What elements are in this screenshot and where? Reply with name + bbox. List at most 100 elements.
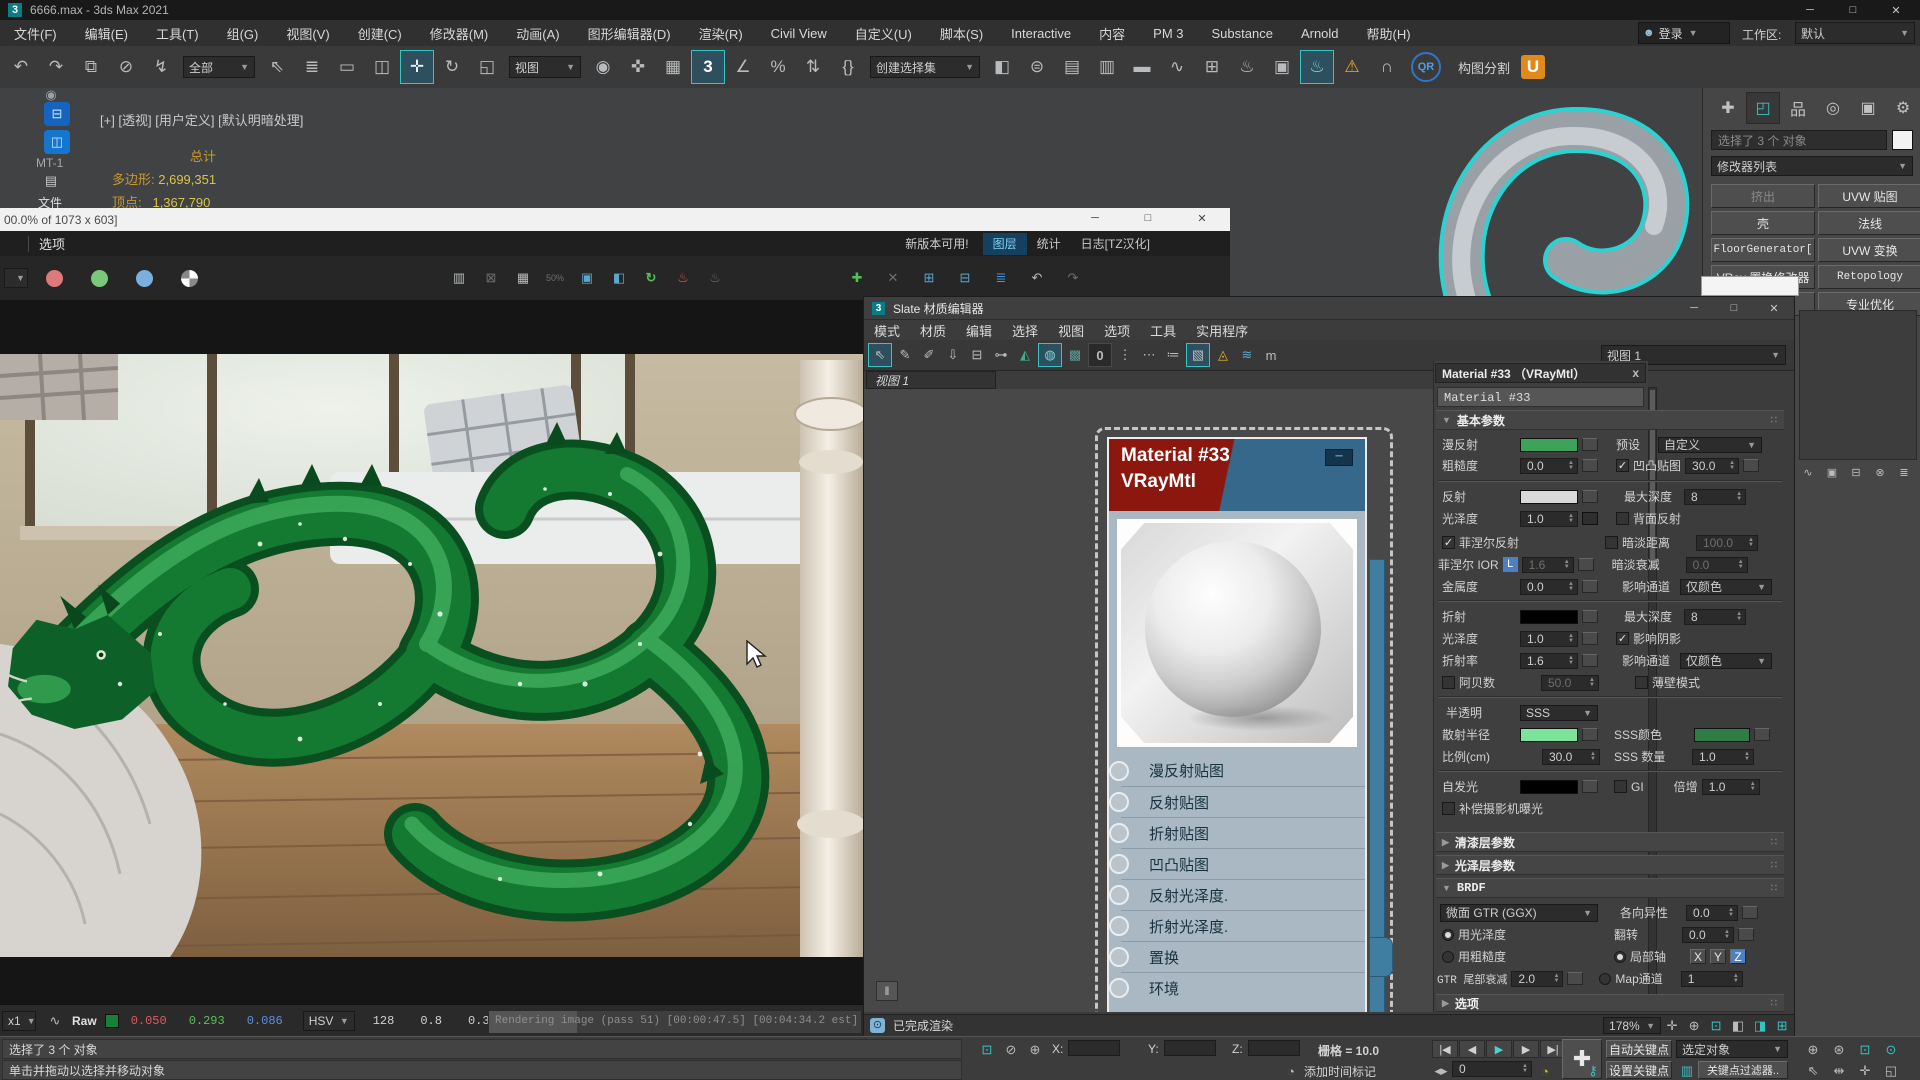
rollout-coat[interactable]: ▶清漆层参数∷ bbox=[1436, 832, 1784, 852]
socket-icon[interactable] bbox=[1109, 823, 1129, 843]
tab-modify[interactable]: ◰ bbox=[1746, 92, 1780, 124]
selfillum-color-swatch[interactable] bbox=[1520, 780, 1578, 794]
translucency-dropdown[interactable]: SSS▼ bbox=[1520, 705, 1598, 721]
slot-environment[interactable]: 环境 bbox=[1121, 972, 1365, 1003]
menu-help[interactable]: 帮助(H) bbox=[1353, 20, 1425, 46]
fresnel-ior-lock-button[interactable]: L bbox=[1503, 557, 1518, 572]
modifier-stack-list[interactable] bbox=[1799, 310, 1917, 460]
pan-hand-icon[interactable]: ✛ bbox=[1661, 1015, 1683, 1037]
canvas-pan-icon[interactable]: ‖ bbox=[876, 981, 898, 1001]
render-last-icon[interactable]: ♨ bbox=[672, 267, 694, 289]
abbe-checkbox[interactable] bbox=[1442, 676, 1455, 689]
zoom-all-icon[interactable]: ⊛ bbox=[1828, 1039, 1850, 1061]
thin-walled-checkbox[interactable] bbox=[1635, 676, 1648, 689]
menu-content[interactable]: 内容 bbox=[1085, 20, 1139, 46]
play-button[interactable]: ▶ bbox=[1486, 1040, 1512, 1058]
slate-menu-utilities[interactable]: 实用程序 bbox=[1186, 320, 1258, 340]
render-window-titlebar[interactable]: 00.0% of 1073 x 603] ─ □ ✕ bbox=[0, 208, 1230, 231]
render-setup-icon[interactable]: ♨ bbox=[1230, 50, 1264, 84]
put-to-scene-icon[interactable]: ⇩ bbox=[942, 344, 964, 366]
bump-field[interactable]: 30.0▲▼ bbox=[1685, 458, 1739, 474]
channel-dropdown[interactable]: ▼ bbox=[4, 268, 28, 288]
show-end-result-icon[interactable]: ▣ bbox=[1823, 464, 1841, 480]
save-layers-icon[interactable]: ⊟ bbox=[954, 267, 976, 289]
diffuse-color-swatch[interactable] bbox=[1520, 438, 1578, 452]
scatter-map-button[interactable] bbox=[1582, 728, 1598, 741]
unlink-icon[interactable]: ⊘ bbox=[109, 50, 143, 84]
select-tree-icon[interactable]: ▧ bbox=[1186, 343, 1210, 367]
composition-split-button[interactable]: 构图分割 bbox=[1458, 58, 1510, 77]
select-scale-icon[interactable]: ◱ bbox=[470, 50, 504, 84]
menu-interactive[interactable]: Interactive bbox=[997, 20, 1085, 46]
rotation-field[interactable]: 0.0▲▼ bbox=[1682, 927, 1734, 943]
region-render-icon[interactable]: ▦ bbox=[512, 267, 534, 289]
slate-minimize-button[interactable]: ─ bbox=[1674, 298, 1714, 318]
pixel-zoom-dropdown[interactable]: x1▼ bbox=[2, 1011, 36, 1031]
select-by-name-icon[interactable]: ≣ bbox=[295, 50, 329, 84]
slate-menu-options[interactable]: 选项 bbox=[1094, 320, 1140, 340]
use-rough-radio[interactable] bbox=[1442, 951, 1454, 963]
m-wave-icon[interactable]: m bbox=[1260, 344, 1282, 366]
selection-lock-icon[interactable]: ⊘ bbox=[1000, 1039, 1022, 1061]
anisotropy-field[interactable]: 0.0▲▼ bbox=[1686, 905, 1738, 921]
maxdepth-field[interactable]: 8▲▼ bbox=[1684, 489, 1746, 505]
align-icon[interactable]: ⊜ bbox=[1020, 50, 1054, 84]
modifier-button-extrude[interactable]: 挤出 bbox=[1711, 184, 1815, 208]
layer-explorer-icon[interactable]: ▥ bbox=[1090, 50, 1124, 84]
rect-region-icon[interactable]: ▭ bbox=[330, 50, 364, 84]
refract-affect-dropdown[interactable]: 仅颜色▼ bbox=[1680, 653, 1772, 669]
menu-create[interactable]: 创建(C) bbox=[344, 20, 416, 46]
named-selection-sets-dropdown[interactable]: 创建选择集 ▼ bbox=[870, 56, 980, 78]
dim-distance-checkbox[interactable] bbox=[1605, 536, 1618, 549]
slot-reflect-gloss[interactable]: 反射光泽度. bbox=[1121, 879, 1365, 910]
roughness-field[interactable]: 0.0▲▼ bbox=[1520, 458, 1578, 474]
undo-icon[interactable]: ↶ bbox=[1026, 267, 1048, 289]
slot-bump-map[interactable]: 凹凸贴图 bbox=[1121, 848, 1365, 879]
undo-icon[interactable]: ↶ bbox=[4, 50, 38, 84]
slate-menu-view[interactable]: 视图 bbox=[1048, 320, 1094, 340]
compensate-checkbox[interactable] bbox=[1442, 802, 1455, 815]
slate-maximize-button[interactable]: □ bbox=[1714, 298, 1754, 318]
brdf-type-dropdown[interactable]: 微面 GTR (GGX)▼ bbox=[1440, 904, 1598, 922]
reflect-map-button[interactable] bbox=[1582, 490, 1598, 503]
slate-view-tab[interactable]: 视图 1 bbox=[866, 371, 996, 389]
slate-close-button[interactable]: ✕ bbox=[1754, 298, 1794, 318]
named-sets-icon[interactable]: {} bbox=[831, 50, 865, 84]
refract-gloss-map-button[interactable] bbox=[1582, 632, 1598, 645]
frame-number-field[interactable]: 0▲▼ bbox=[1452, 1061, 1532, 1077]
walk-icon[interactable]: ⇹ bbox=[1828, 1060, 1850, 1080]
menu-graph-editors[interactable]: 图形编辑器(D) bbox=[574, 20, 685, 46]
tab-hierarchy[interactable]: 品 bbox=[1781, 92, 1815, 124]
maximize-button[interactable]: □ bbox=[1833, 0, 1873, 20]
window-crossing-icon[interactable]: ◫ bbox=[365, 50, 399, 84]
tab-create[interactable]: ✚ bbox=[1711, 92, 1745, 124]
reflect-color-swatch[interactable] bbox=[1520, 490, 1578, 504]
modifier-button-uvw-xform[interactable]: UVW 变换 bbox=[1818, 238, 1920, 262]
socket-icon[interactable] bbox=[1109, 792, 1129, 812]
bind-spacewarp-icon[interactable]: ↯ bbox=[144, 50, 178, 84]
new-version-notice[interactable]: 新版本可用! bbox=[905, 235, 968, 252]
refract-color-swatch[interactable] bbox=[1520, 610, 1578, 624]
layout-vertical-icon[interactable]: ⋮ bbox=[1114, 344, 1136, 366]
select-rotate-icon[interactable]: ↻ bbox=[435, 50, 469, 84]
slate-menu-tools[interactable]: 工具 bbox=[1140, 320, 1186, 340]
delete-layer-icon[interactable]: ✕ bbox=[882, 267, 904, 289]
modifier-button-retopology[interactable]: Retopology bbox=[1818, 265, 1920, 289]
fov-icon[interactable]: ⇖ bbox=[1802, 1060, 1824, 1080]
y-field[interactable] bbox=[1164, 1040, 1216, 1056]
alpha-channel-icon[interactable] bbox=[181, 270, 198, 287]
hsv-dropdown[interactable]: HSV▼ bbox=[303, 1011, 355, 1031]
next-frame-button[interactable]: ▶ bbox=[1513, 1040, 1539, 1058]
rollout-options[interactable]: ▶选项∷ bbox=[1436, 994, 1784, 1012]
redo-icon[interactable]: ↷ bbox=[39, 50, 73, 84]
pixel-info-icon[interactable]: ∿ bbox=[44, 1010, 66, 1032]
slate-menu-material[interactable]: 材质 bbox=[910, 320, 956, 340]
ref-coordinate-dropdown[interactable]: 视图 ▼ bbox=[509, 56, 581, 78]
half-res-icon[interactable]: 50% bbox=[544, 267, 566, 289]
modifier-button-normal[interactable]: 法线 bbox=[1818, 211, 1920, 235]
x-field[interactable] bbox=[1068, 1040, 1120, 1056]
refract-maxdepth-field[interactable]: 8▲▼ bbox=[1684, 609, 1746, 625]
menu-rendering[interactable]: 渲染(R) bbox=[685, 20, 757, 46]
menu-arnold[interactable]: Arnold bbox=[1287, 20, 1353, 46]
prev-frame-button[interactable]: ◀ bbox=[1459, 1040, 1485, 1058]
